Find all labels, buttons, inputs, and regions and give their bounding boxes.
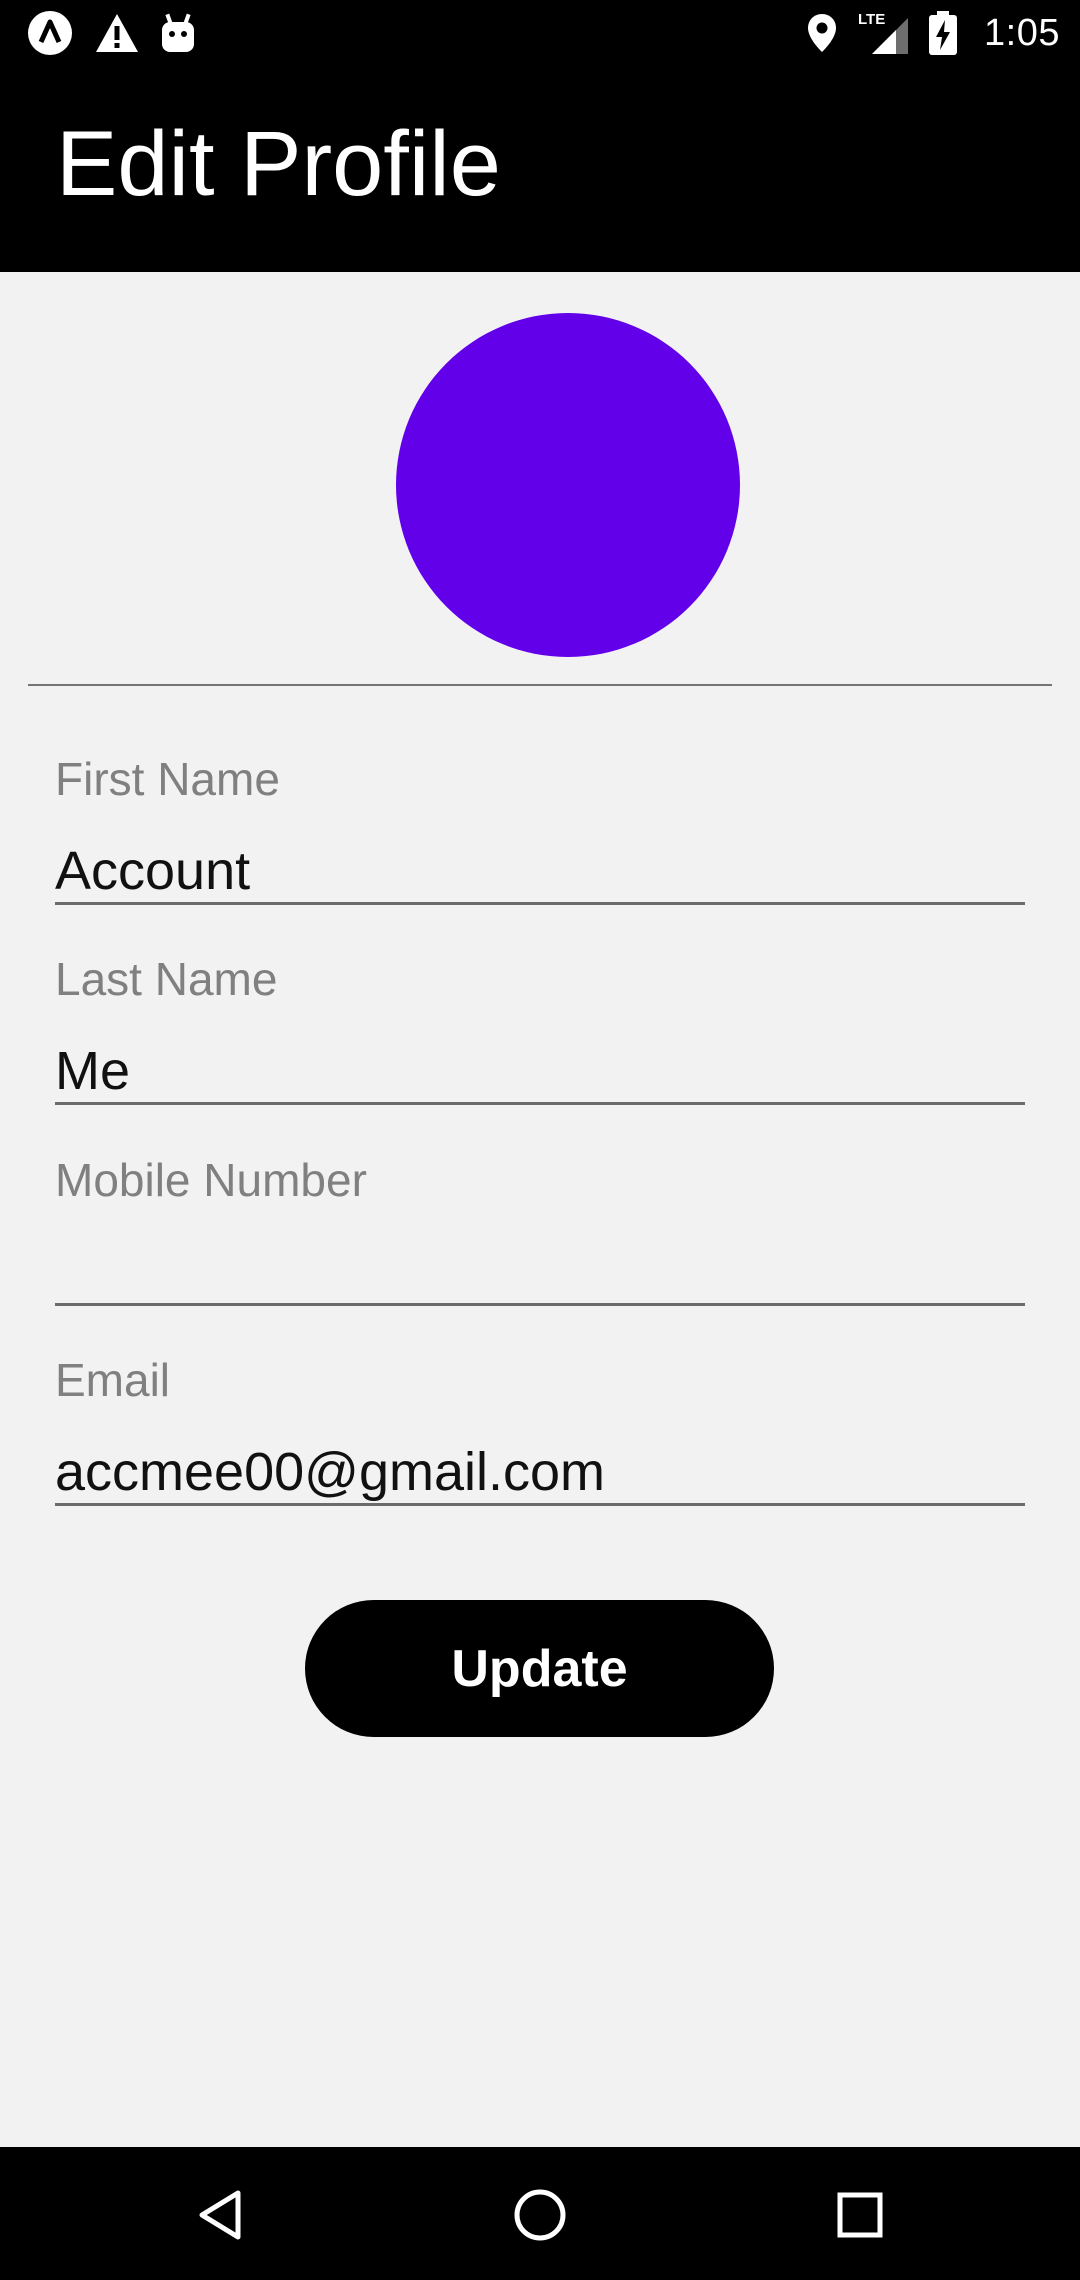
status-time: 1:05: [984, 11, 1060, 54]
mobile-number-label: Mobile Number: [55, 1154, 367, 1206]
last-name-input[interactable]: [55, 1040, 1025, 1105]
email-label: Email: [55, 1354, 171, 1406]
back-button[interactable]: [180, 2177, 260, 2257]
app-bar: Edit Profile: [0, 66, 1080, 272]
status-left-icons: [26, 10, 196, 56]
update-button[interactable]: Update: [305, 1600, 774, 1737]
divider: [28, 684, 1052, 686]
battery-charging-icon: [928, 11, 958, 55]
mobile-number-input[interactable]: [55, 1241, 1025, 1306]
page-title: Edit Profile: [56, 113, 501, 215]
signal-icon: LTE: [856, 10, 910, 56]
first-name-label: First Name: [55, 753, 280, 805]
recents-icon: [832, 2187, 888, 2248]
avatar[interactable]: [396, 313, 740, 657]
network-type-label: LTE: [858, 11, 885, 28]
warning-icon: [94, 12, 140, 54]
last-name-label: Last Name: [55, 953, 278, 1005]
app-logo-icon: [26, 9, 74, 57]
first-name-input[interactable]: [55, 840, 1025, 905]
home-button[interactable]: [500, 2177, 580, 2257]
email-input[interactable]: [55, 1441, 1025, 1506]
status-bar: LTE 1:05: [0, 0, 1080, 66]
nav-bar: [0, 2147, 1080, 2280]
status-right-icons: LTE 1:05: [806, 8, 1060, 58]
android-debug-icon: [160, 12, 196, 54]
location-icon: [806, 12, 838, 54]
recents-button[interactable]: [820, 2177, 900, 2257]
back-icon: [192, 2187, 248, 2248]
home-icon: [512, 2187, 568, 2248]
